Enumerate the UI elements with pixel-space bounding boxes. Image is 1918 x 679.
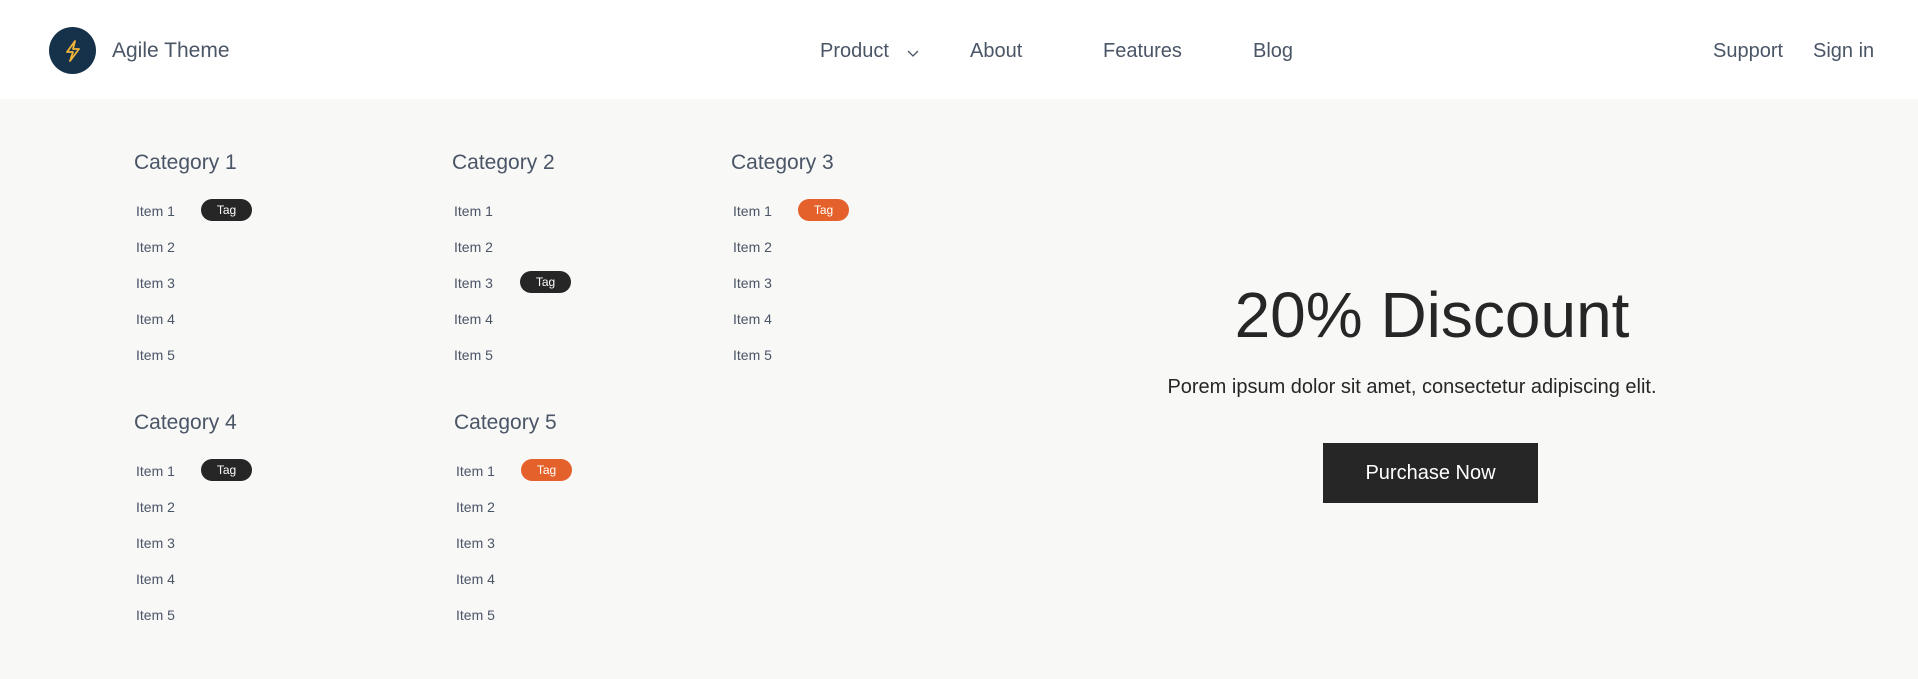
- promo-subtitle: Porem ipsum dolor sit amet, consectetur …: [1167, 376, 1657, 398]
- category-4-item-2[interactable]: Item 2: [136, 499, 175, 515]
- category-3-item-3[interactable]: Item 3: [733, 275, 772, 291]
- nav-product[interactable]: Product: [820, 40, 889, 63]
- category-title: Category 3: [731, 151, 834, 174]
- promo-title: 20% Discount: [1234, 279, 1630, 351]
- tag-badge: Tag: [798, 199, 849, 221]
- brand[interactable]: Agile Theme: [49, 27, 230, 74]
- category-4-item-3[interactable]: Item 3: [136, 535, 175, 551]
- category-2-item-2[interactable]: Item 2: [454, 239, 493, 255]
- category-5-item-2[interactable]: Item 2: [456, 499, 495, 515]
- category-5-item-5[interactable]: Item 5: [456, 607, 495, 623]
- nav-features[interactable]: Features: [1103, 40, 1182, 63]
- category-2-item-5[interactable]: Item 5: [454, 347, 493, 363]
- tag-badge: Tag: [201, 459, 252, 481]
- category-3-item-4[interactable]: Item 4: [733, 311, 772, 327]
- category-1-item-5[interactable]: Item 5: [136, 347, 175, 363]
- category-1-item-3[interactable]: Item 3: [136, 275, 175, 291]
- category-2-item-4[interactable]: Item 4: [454, 311, 493, 327]
- site-header: Agile Theme Product About Features Blog …: [0, 0, 1918, 99]
- category-title: Category 1: [134, 151, 237, 174]
- category-4-item-1[interactable]: Item 1: [136, 463, 175, 479]
- category-2-item-1[interactable]: Item 1: [454, 203, 493, 219]
- tag-badge: Tag: [521, 459, 572, 481]
- nav-about[interactable]: About: [970, 40, 1022, 63]
- chevron-down-icon[interactable]: [907, 45, 919, 63]
- category-5-item-3[interactable]: Item 3: [456, 535, 495, 551]
- category-5-item-4[interactable]: Item 4: [456, 571, 495, 587]
- tag-badge: Tag: [201, 199, 252, 221]
- nav-blog[interactable]: Blog: [1253, 40, 1293, 63]
- category-1-item-1[interactable]: Item 1: [136, 203, 175, 219]
- category-title: Category 5: [454, 411, 557, 434]
- category-4-item-5[interactable]: Item 5: [136, 607, 175, 623]
- lightning-bolt-icon[interactable]: [49, 27, 96, 74]
- category-title: Category 4: [134, 411, 237, 434]
- support-link[interactable]: Support: [1713, 40, 1783, 63]
- brand-name[interactable]: Agile Theme: [112, 39, 230, 63]
- category-title: Category 2: [452, 151, 555, 174]
- category-1-item-4[interactable]: Item 4: [136, 311, 175, 327]
- purchase-now-button[interactable]: Purchase Now: [1323, 443, 1538, 503]
- category-5-item-1[interactable]: Item 1: [456, 463, 495, 479]
- tag-badge: Tag: [520, 271, 571, 293]
- category-3-item-5[interactable]: Item 5: [733, 347, 772, 363]
- category-3-item-1[interactable]: Item 1: [733, 203, 772, 219]
- category-4-item-4[interactable]: Item 4: [136, 571, 175, 587]
- category-3-item-2[interactable]: Item 2: [733, 239, 772, 255]
- sign-in-link[interactable]: Sign in: [1813, 40, 1874, 63]
- category-2-item-3[interactable]: Item 3: [454, 275, 493, 291]
- category-1-item-2[interactable]: Item 2: [136, 239, 175, 255]
